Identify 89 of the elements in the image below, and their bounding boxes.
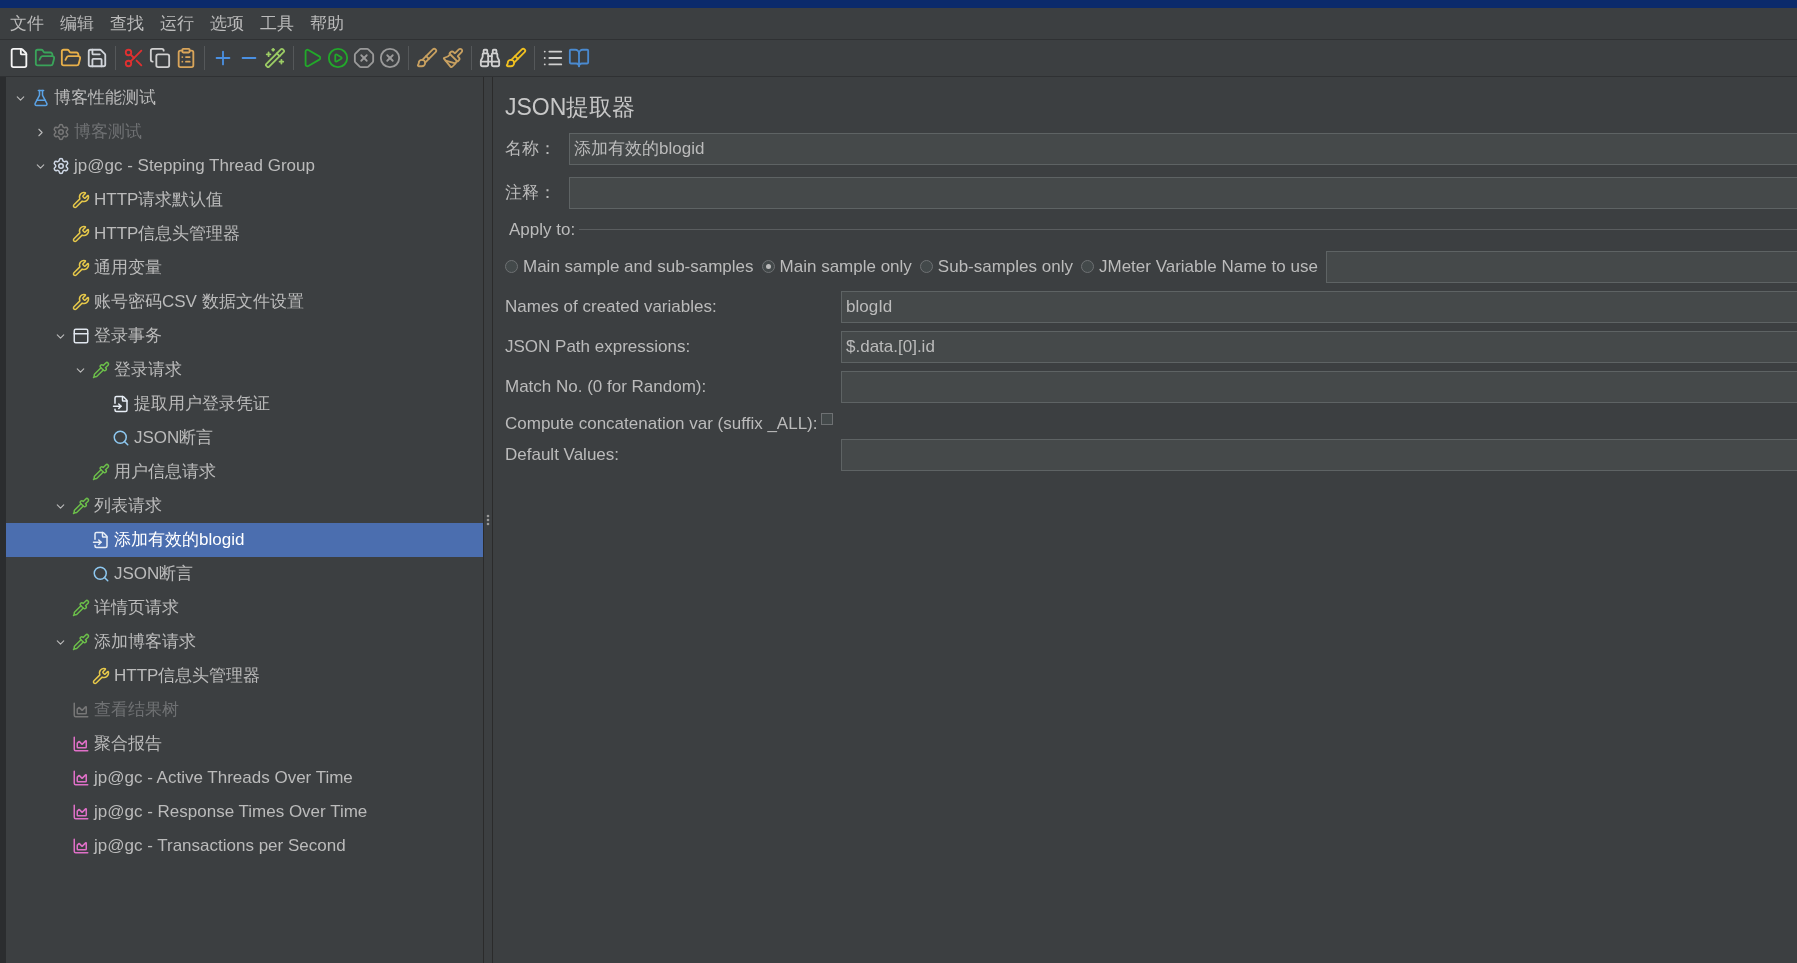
document-arrow-icon xyxy=(92,531,110,549)
tree-item[interactable]: 登录事务 xyxy=(6,319,483,353)
menu-item[interactable]: 编辑 xyxy=(54,10,100,37)
radio-button[interactable] xyxy=(505,260,518,273)
start-no-pause-icon[interactable] xyxy=(327,47,349,69)
tree-item[interactable]: HTTP信息头管理器 xyxy=(6,217,483,251)
splitter-handle-icon[interactable] xyxy=(486,514,490,526)
pipette-icon xyxy=(72,599,90,617)
gear-icon xyxy=(52,123,70,141)
wrench-icon xyxy=(72,225,90,243)
group-label: Apply to: xyxy=(509,219,576,241)
field-label: JSON Path expressions: xyxy=(505,335,692,358)
pipette-icon xyxy=(72,497,90,515)
wrench-icon xyxy=(72,293,90,311)
gear-icon xyxy=(52,157,70,175)
chart-icon xyxy=(72,735,90,753)
field-label: 名称： xyxy=(505,138,557,161)
tree-item[interactable]: 添加有效的blogid xyxy=(6,523,483,557)
text-field[interactable]: blogId xyxy=(841,290,1797,323)
chart-icon xyxy=(72,701,90,719)
chart-icon xyxy=(72,837,90,855)
radio-option[interactable]: Main sample and sub-samples xyxy=(505,253,754,280)
flask-icon xyxy=(32,89,50,107)
radio-option[interactable]: Main sample only xyxy=(761,253,912,280)
radio-option[interactable]: Sub-samples only xyxy=(919,253,1073,280)
clear-icon[interactable] xyxy=(416,47,438,69)
chart-icon xyxy=(72,803,90,821)
tree-item[interactable]: 详情页请求 xyxy=(6,591,483,625)
tree-item[interactable]: JSON断言 xyxy=(6,421,483,455)
new-file-icon[interactable] xyxy=(8,47,30,69)
chart-icon xyxy=(72,769,90,787)
clear-all-icon[interactable] xyxy=(442,47,464,69)
tree-item[interactable]: jp@gc - Response Times Over Time xyxy=(6,795,483,829)
text-field[interactable] xyxy=(1325,250,1797,283)
tree-item[interactable]: 博客性能测试 xyxy=(6,81,483,115)
tree-item[interactable]: jp@gc - Stepping Thread Group xyxy=(6,149,483,183)
radio-button[interactable] xyxy=(919,260,933,273)
search-icon[interactable] xyxy=(479,47,501,69)
magnifier-icon xyxy=(112,429,130,447)
checkbox[interactable] xyxy=(821,412,834,425)
text-field[interactable] xyxy=(841,438,1797,471)
wrench-icon xyxy=(72,259,90,277)
field-label: Default Values: xyxy=(505,443,621,466)
text-field[interactable] xyxy=(569,177,1797,209)
text-field[interactable]: $.data.[0].id xyxy=(841,330,1797,363)
menu-item[interactable]: 查找 xyxy=(104,10,150,37)
menu-item[interactable]: 选项 xyxy=(204,10,250,37)
tree-item[interactable]: jp@gc - Active Threads Over Time xyxy=(6,761,483,795)
tree-item[interactable]: 聚合报告 xyxy=(6,727,483,761)
pipette-icon xyxy=(92,361,110,379)
pipette-icon xyxy=(92,463,110,481)
help-icon[interactable] xyxy=(568,47,590,69)
radio-button[interactable] xyxy=(1080,260,1094,273)
tree-item[interactable]: 登录请求 xyxy=(6,353,483,387)
tree-item[interactable]: 提取用户登录凭证 xyxy=(6,387,483,421)
menu-item[interactable]: 帮助 xyxy=(304,10,350,37)
stop-icon[interactable] xyxy=(353,47,375,69)
wrench-icon xyxy=(72,191,90,209)
text-field[interactable]: 添加有效的blogid xyxy=(569,133,1797,165)
open-folder-icon[interactable] xyxy=(60,47,82,69)
text-field[interactable] xyxy=(841,370,1797,403)
copy-icon[interactable] xyxy=(149,47,171,69)
tree-item[interactable]: 列表请求 xyxy=(6,489,483,523)
magnifier-icon xyxy=(92,565,110,583)
menu-item[interactable]: 运行 xyxy=(154,10,200,37)
pipette-icon xyxy=(72,633,90,651)
tree-item[interactable]: 账号密码CSV 数据文件设置 xyxy=(6,285,483,319)
tree-item[interactable]: 通用变量 xyxy=(6,251,483,285)
radio-option[interactable]: JMeter Variable Name to use xyxy=(1080,253,1318,280)
save-icon[interactable] xyxy=(86,47,108,69)
shutdown-icon[interactable] xyxy=(379,47,401,69)
panel-title: JSON提取器 xyxy=(505,92,637,122)
field-label: 注释： xyxy=(505,182,557,205)
wrench-icon xyxy=(92,667,110,685)
radio-button[interactable] xyxy=(761,260,775,273)
tree-item[interactable]: JSON断言 xyxy=(6,557,483,591)
window-icon xyxy=(72,327,90,345)
menu-item[interactable]: 文件 xyxy=(4,10,50,37)
tree-item[interactable]: jp@gc - Transactions per Second xyxy=(6,829,483,863)
field-label: Match No. (0 for Random): xyxy=(505,375,708,398)
paste-icon[interactable] xyxy=(175,47,197,69)
field-label: Names of created variables: xyxy=(505,295,718,318)
tree-item[interactable]: HTTP请求默认值 xyxy=(6,183,483,217)
tree-item[interactable]: HTTP信息头管理器 xyxy=(6,659,483,693)
tree-item[interactable]: 添加博客请求 xyxy=(6,625,483,659)
tree-item[interactable]: 用户信息请求 xyxy=(6,455,483,489)
menu-item[interactable]: 工具 xyxy=(254,10,300,37)
field-label: Compute concatenation var (suffix _ALL): xyxy=(505,412,818,435)
document-arrow-icon xyxy=(112,395,130,413)
